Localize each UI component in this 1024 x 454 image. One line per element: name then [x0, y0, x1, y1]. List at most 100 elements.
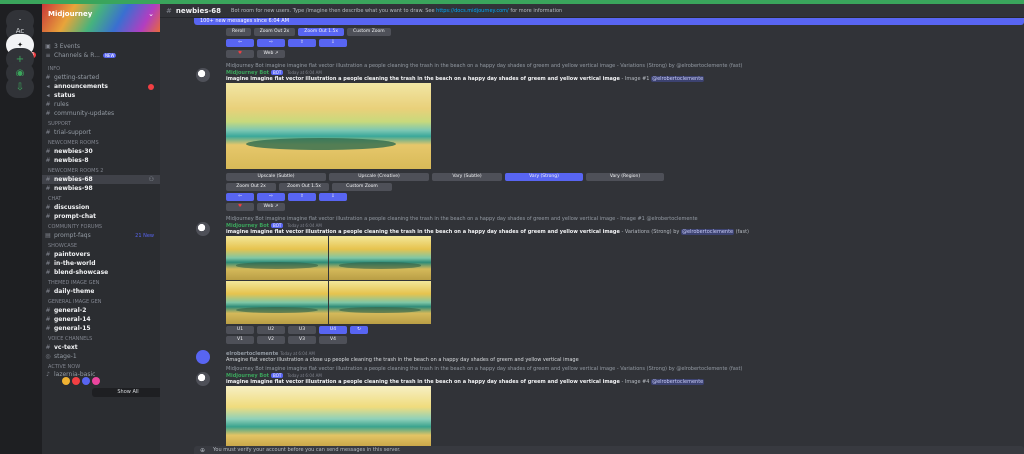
sidebar-item-discussion[interactable]: # discussion: [42, 203, 160, 212]
pan-down-button[interactable]: ⇩: [319, 39, 347, 47]
zoom-out-1-5x-button[interactable]: Zoom Out 1.5x: [279, 183, 329, 191]
u1-button[interactable]: U1: [226, 326, 254, 334]
bot-avatar[interactable]: [196, 372, 210, 386]
sidebar-item-prompt-chat[interactable]: # prompt-chat: [42, 212, 160, 221]
vary-region-button[interactable]: Vary (Region): [586, 173, 664, 181]
generated-image[interactable]: [226, 386, 431, 446]
sidebar-item-label: prompt-chat: [54, 213, 97, 220]
hash-icon: #: [45, 269, 51, 276]
sidebar-item-status[interactable]: ◂ status: [42, 91, 160, 100]
grid-image-2[interactable]: [329, 236, 431, 280]
sidebar-item-paintovers[interactable]: # paintovers: [42, 250, 160, 259]
sidebar-item-in-the-world[interactable]: # in-the-world: [42, 259, 160, 268]
u3-button[interactable]: U3: [288, 326, 316, 334]
vary-strong-button[interactable]: Vary (Strong): [505, 173, 583, 181]
sidebar-item-vc-text[interactable]: # vc-text: [42, 343, 160, 352]
sidebar-item-newbies-8[interactable]: # newbies-8: [42, 156, 160, 165]
category-general[interactable]: GENERAL IMAGE GEN: [48, 299, 102, 305]
image-grid[interactable]: [226, 236, 431, 324]
hash-icon: #: [45, 176, 51, 183]
grid-image-3[interactable]: [226, 280, 328, 324]
sidebar-item-newbies-30[interactable]: # newbies-30: [42, 147, 160, 156]
composer-placeholder: You must verify your account before you …: [213, 447, 401, 453]
bot-avatar[interactable]: [196, 222, 210, 236]
v4-button[interactable]: V4: [319, 336, 347, 344]
sidebar-item-channels-roles[interactable]: ≡ Channels & R... NEW: [42, 51, 160, 60]
zoom-out-2x-button[interactable]: Zoom Out 2x: [253, 28, 296, 36]
sidebar-item-active[interactable]: ♪ lazernia-basic: [42, 370, 160, 379]
pan-left-button[interactable]: ⇦: [226, 39, 254, 47]
u2-button[interactable]: U2: [257, 326, 285, 334]
zoom-out-1-5x-button[interactable]: Zoom Out 1.5x: [298, 28, 345, 36]
prompt-text: imagine imagine flat vector illustration…: [226, 229, 620, 235]
category-info[interactable]: INFO: [48, 66, 60, 72]
add-member-icon[interactable]: ⚇: [149, 176, 154, 183]
v3-button[interactable]: V3: [288, 336, 316, 344]
add-attachment-icon[interactable]: ⊕: [200, 447, 205, 454]
sidebar-item-general-14[interactable]: # general-14: [42, 315, 160, 324]
grid-image-1[interactable]: [226, 236, 328, 280]
sidebar-item-announcements[interactable]: ◂ announcements: [42, 82, 160, 91]
user-mention[interactable]: @elrobertoclemente: [680, 229, 735, 235]
sidebar-item-general-15[interactable]: # general-15: [42, 324, 160, 333]
pan-right-button[interactable]: ⇨: [257, 39, 285, 47]
heart-button[interactable]: ♥: [226, 203, 254, 211]
v1-button[interactable]: V1: [226, 336, 254, 344]
user-avatar[interactable]: [196, 350, 210, 364]
topic-link[interactable]: https://docs.midjourney.com/: [436, 8, 509, 14]
reroll-button[interactable]: ↻: [350, 326, 368, 334]
show-all-button[interactable]: Show All: [92, 388, 160, 397]
sidebar-item-blend-showcase[interactable]: # blend-showcase: [42, 268, 160, 277]
sidebar-item-stage-1[interactable]: ◎ stage-1: [42, 352, 160, 361]
sidebar-item-prompt-faqs[interactable]: ▤ prompt-faqs 21 New: [42, 231, 160, 240]
sidebar-item-newbies-98[interactable]: # newbies-98: [42, 184, 160, 193]
category-forums[interactable]: COMMUNITY FORUMS: [48, 224, 102, 230]
web-button[interactable]: Web ↗: [257, 203, 285, 211]
reply-preview[interactable]: Midjourney Bot imagine imagine flat vect…: [226, 366, 742, 372]
pan-up-button[interactable]: ⇧: [288, 193, 316, 201]
new-messages-bar[interactable]: 100+ new messages since 6:04 AM: [194, 18, 1024, 25]
reroll-button[interactable]: Reroll: [226, 28, 251, 36]
sidebar-item-label: newbies-30: [54, 148, 93, 155]
v2-button[interactable]: V2: [257, 336, 285, 344]
category-showcase[interactable]: SHOWCASE: [48, 243, 77, 249]
heart-button[interactable]: ♥: [226, 50, 254, 58]
zoom-out-2x-button[interactable]: Zoom Out 2x: [226, 183, 276, 191]
reply-preview[interactable]: Midjourney Bot imagine imagine flat vect…: [226, 216, 698, 222]
upscale-creative-button[interactable]: Upscale (Creative): [329, 173, 429, 181]
u4-button[interactable]: U4: [319, 326, 347, 334]
pan-left-button[interactable]: ⇦: [226, 193, 254, 201]
bot-avatar[interactable]: [196, 68, 210, 82]
category-newcomer-rooms[interactable]: NEWCOMER ROOMS: [48, 140, 99, 146]
custom-zoom-button[interactable]: Custom Zoom: [347, 28, 391, 36]
chevron-down-icon: ⌄: [148, 10, 154, 18]
sidebar-item-general-2[interactable]: # general-2: [42, 306, 160, 315]
grid-image-4[interactable]: [329, 280, 431, 324]
sidebar-item-newbies-68[interactable]: # newbies-68 ⚇: [42, 175, 160, 184]
category-newcomer-rooms-2[interactable]: NEWCOMER ROOMS 2: [48, 168, 103, 174]
generated-image[interactable]: [226, 83, 431, 169]
category-support[interactable]: SUPPORT: [48, 121, 71, 127]
category-chat[interactable]: CHAT: [48, 196, 61, 202]
user-mention[interactable]: @elrobertoclemente: [651, 379, 705, 385]
reply-preview[interactable]: Midjourney Bot imagine imagine flat vect…: [226, 63, 742, 69]
category-voice[interactable]: VOICE CHANNELS: [48, 336, 92, 342]
server-banner[interactable]: Midjourney ⌄: [42, 4, 160, 32]
pan-up-button[interactable]: ⇧: [288, 39, 316, 47]
pan-right-button[interactable]: ⇨: [257, 193, 285, 201]
upscale-subtle-button[interactable]: Upscale (Subtle): [226, 173, 326, 181]
sidebar-item-community-updates[interactable]: # community-updates: [42, 109, 160, 118]
custom-zoom-button[interactable]: Custom Zoom: [332, 183, 392, 191]
download-icon[interactable]: ⇩: [6, 76, 34, 98]
user-mention[interactable]: @elrobertoclemente: [651, 76, 705, 82]
pan-down-button[interactable]: ⇩: [319, 193, 347, 201]
sidebar-item-trial-support[interactable]: # trial-support: [42, 128, 160, 137]
vary-subtle-button[interactable]: Vary (Subtle): [432, 173, 502, 181]
category-themed[interactable]: THEMED IMAGE GEN: [48, 280, 99, 286]
web-button[interactable]: Web ↗: [257, 50, 285, 58]
sidebar-item-rules[interactable]: # rules: [42, 100, 160, 109]
sidebar-item-getting-started[interactable]: # getting-started: [42, 73, 160, 82]
sidebar-item-daily-theme[interactable]: # daily-theme: [42, 287, 160, 296]
sidebar-item-events[interactable]: ▣ 3 Events: [42, 42, 160, 51]
message-composer[interactable]: ⊕ You must verify your account before yo…: [194, 446, 1024, 454]
